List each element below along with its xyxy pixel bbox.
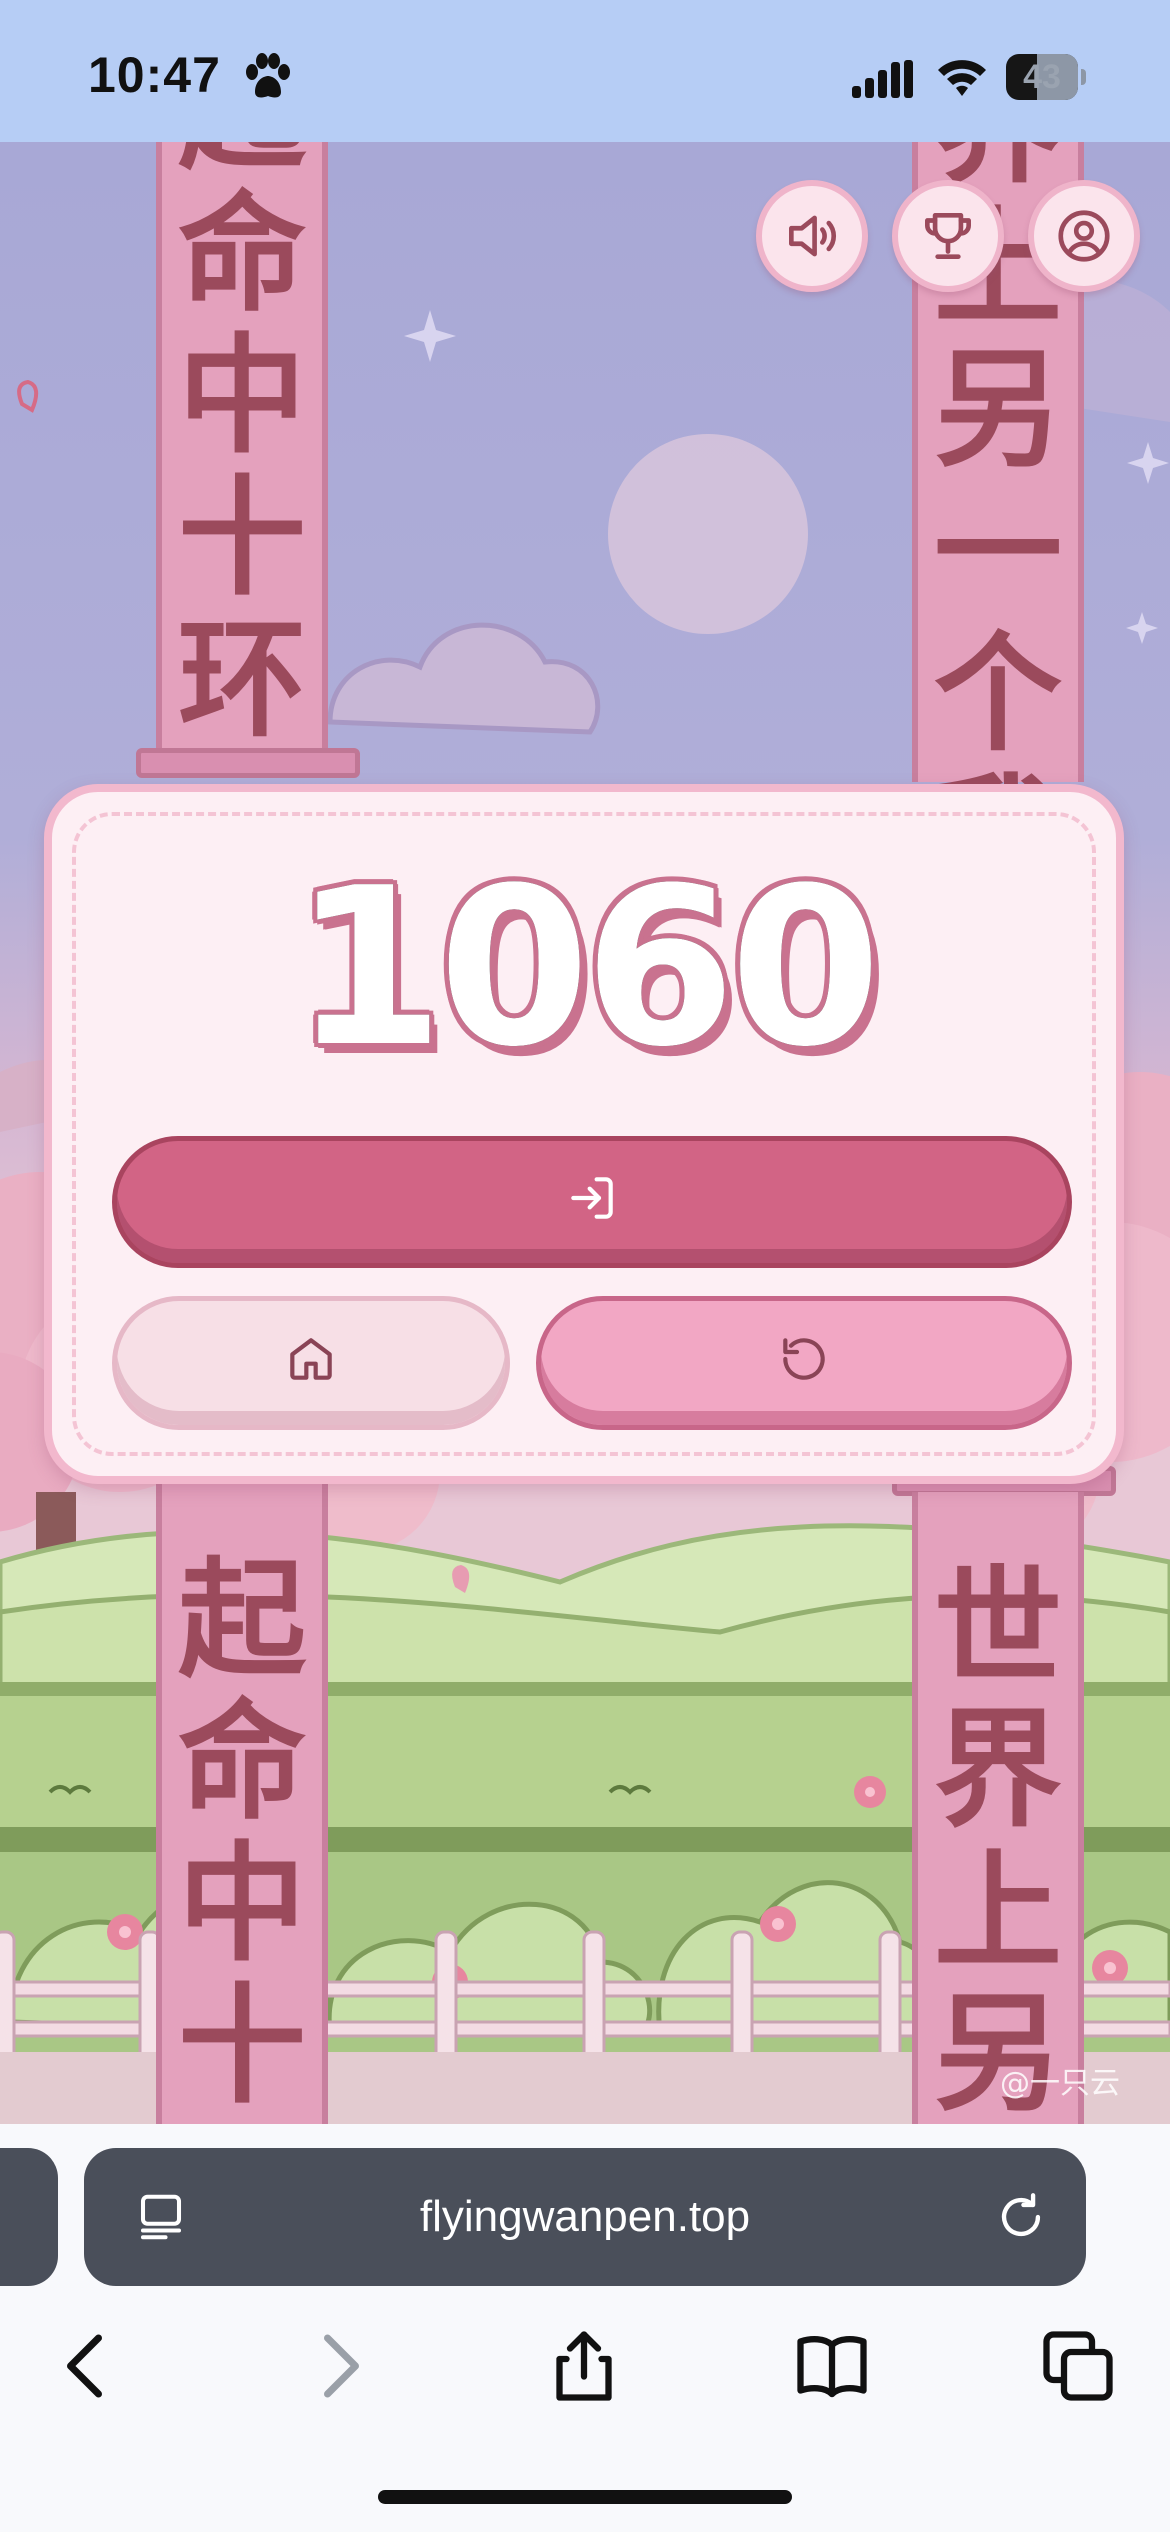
cellular-signal-icon (852, 60, 913, 98)
continue-button[interactable] (112, 1136, 1072, 1268)
pillar-bottom-right: 世 界 上 另 一 (912, 1492, 1084, 2124)
address-bar[interactable]: flyingwanpen.top (84, 2148, 1086, 2286)
reload-icon[interactable] (992, 2188, 1050, 2246)
watermark: @一只云 (1000, 2066, 1120, 2101)
sound-button[interactable] (756, 180, 868, 292)
home-icon (290, 1338, 332, 1380)
share-icon[interactable] (542, 2324, 626, 2408)
home-button[interactable] (112, 1296, 510, 1430)
final-score: 1060 (292, 842, 882, 1095)
home-indicator[interactable] (378, 2490, 792, 2504)
pillar-text: 起 命 中 十 环 (177, 1546, 306, 2125)
pillar-text: 起 命 中 十 环 (177, 142, 306, 755)
battery-icon: 43 (1006, 54, 1086, 100)
paw-icon (246, 53, 290, 98)
bookmarks-icon[interactable] (790, 2324, 874, 2408)
pillar-top-left: 起 命 中 十 环 (156, 142, 328, 760)
back-icon[interactable] (46, 2324, 130, 2408)
status-bar: 10:47 43 (0, 0, 1170, 142)
status-time: 10:47 (88, 47, 221, 103)
pillar-bottom-left: 起 命 中 十 环 (156, 1484, 328, 2124)
pillar-text: 世 界 上 另 一 (933, 1554, 1062, 2125)
trophy-icon (925, 213, 971, 259)
browser-toolbar: flyingwanpen.top (0, 2124, 1170, 2532)
url-text[interactable]: flyingwanpen.top (84, 2148, 1086, 2286)
leaderboard-button[interactable] (892, 180, 1004, 292)
retry-button[interactable] (536, 1296, 1072, 1430)
profile-button[interactable] (1028, 180, 1140, 292)
profile-icon (1058, 210, 1110, 262)
retry-icon (783, 1338, 825, 1380)
result-panel: 1060 (44, 784, 1124, 1484)
tabs-icon[interactable] (1036, 2324, 1120, 2408)
sound-icon (789, 215, 837, 257)
pillar-cap (136, 748, 360, 778)
battery-level: 43 (1023, 58, 1061, 96)
enter-icon (571, 1177, 613, 1219)
previous-tab-preview[interactable] (0, 2148, 58, 2286)
forward-icon[interactable] (296, 2324, 380, 2408)
game-canvas[interactable]: 起 命 中 十 环 界 上 另 一 个 我 起 命 中 十 环 世 界 (0, 142, 1170, 2124)
wifi-icon (938, 60, 986, 96)
